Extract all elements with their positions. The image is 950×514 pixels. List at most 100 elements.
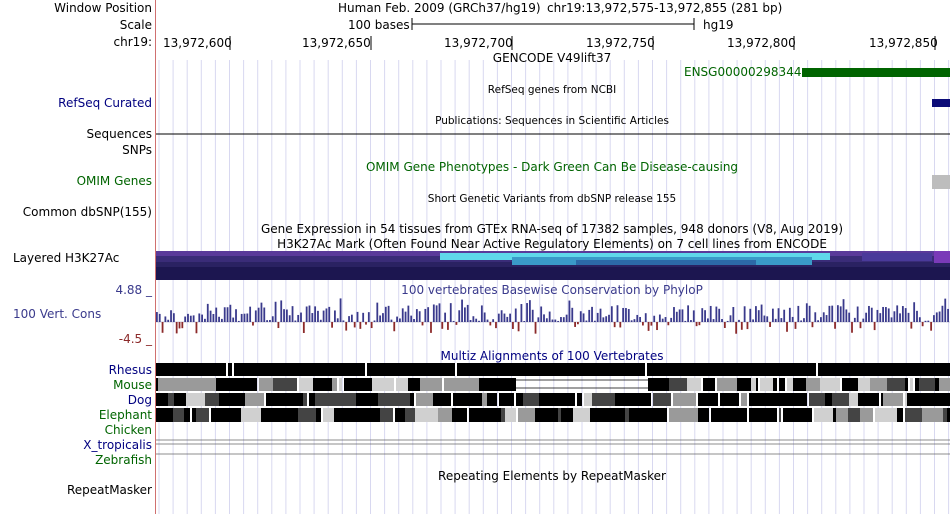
cons-bar (305, 306, 308, 322)
cons-bar (175, 322, 178, 334)
cons-bar (825, 315, 828, 322)
track-label-snps[interactable]: SNPs (122, 143, 152, 157)
gene-block (802, 68, 950, 77)
cons-bar (187, 313, 189, 322)
align-dog (795, 393, 807, 406)
cons-bar (317, 310, 319, 322)
cons-bar (514, 308, 517, 322)
align-elephant (271, 408, 283, 422)
align-gap (226, 363, 228, 376)
align-dog (482, 393, 487, 406)
align-mouse (259, 378, 273, 391)
cons-bar (608, 314, 610, 322)
cons-bar (382, 313, 384, 322)
cons-bar (664, 317, 667, 322)
cons-bar (500, 310, 503, 322)
align-elephant (196, 408, 209, 422)
cons-bar (619, 322, 622, 328)
align-elephant (505, 408, 516, 422)
track-label-sequences[interactable]: Sequences (87, 127, 152, 141)
cons-bar (613, 322, 616, 328)
cons-bar (240, 313, 243, 322)
species-label-elephant[interactable]: Elephant (99, 408, 152, 422)
gencode-track-title: GENCODE V49lift37 (492, 51, 612, 65)
align-elephant (156, 408, 166, 422)
gene-name-label[interactable]: ENSG00000298344 (684, 65, 801, 79)
align-mouse (820, 378, 840, 391)
cons-bar (876, 309, 879, 322)
cons-bar (670, 317, 673, 322)
species-label-dog[interactable]: Dog (128, 393, 152, 407)
align-elephant (380, 408, 393, 422)
species-label-zebrafish[interactable]: Zebrafish (95, 453, 152, 467)
species-label-mouse[interactable]: Mouse (113, 378, 152, 392)
cons-bar (947, 308, 949, 322)
align-mouse (156, 378, 158, 391)
species-label-rhesus[interactable]: Rhesus (109, 363, 152, 377)
cons-bar (842, 299, 845, 322)
align-elephant (625, 408, 629, 422)
align-mouse (299, 378, 313, 391)
track-image-panel[interactable]: Human Feb. 2009 (GRCh37/hg19) chr19:13,9… (156, 0, 950, 514)
track-label-dbsnp[interactable]: Common dbSNP(155) (23, 205, 152, 219)
align-mouse (919, 378, 935, 391)
cons-bar (353, 322, 356, 328)
cons-bar (271, 316, 274, 322)
track-label-omim[interactable]: OMIM Genes (77, 174, 152, 188)
cons-bar (560, 317, 562, 322)
align-elephant (860, 408, 873, 422)
species-label-chicken[interactable]: Chicken (105, 423, 152, 437)
cons-bar (274, 301, 277, 322)
align-dog (569, 393, 575, 406)
track-label-repeatmasker[interactable]: RepeatMasker (67, 483, 152, 497)
cons-bar (831, 305, 834, 322)
publications-track-title: Publications: Sequences in Scientific Ar… (435, 115, 669, 127)
cons-bar (489, 322, 492, 326)
cons-bar (667, 322, 670, 326)
cons-bar (924, 320, 927, 322)
align-dog (431, 393, 433, 406)
track-label-refseq[interactable]: RefSeq Curated (58, 96, 152, 110)
cons-bar (252, 322, 254, 326)
align-dog (156, 393, 168, 406)
align-mouse (332, 378, 337, 391)
cons-bar (941, 305, 944, 322)
cons-bar (692, 310, 695, 322)
cons-bar (839, 306, 842, 322)
align-dog (205, 393, 217, 406)
cons-bar (684, 320, 687, 322)
cons-bar (822, 312, 825, 322)
window-position-label: Window Position (54, 1, 152, 15)
track-label-h3k27ac[interactable]: Layered H3K27Ac (13, 251, 119, 265)
align-dog (875, 393, 879, 406)
align-elephant (783, 408, 802, 422)
cons-bar (695, 322, 698, 327)
cons-bar (593, 320, 596, 322)
cons-bar (868, 305, 870, 322)
align-elephant (761, 408, 769, 422)
cons-bar (591, 306, 593, 322)
cons-bar (579, 311, 582, 322)
cons-bar (283, 309, 285, 322)
cons-bar (209, 310, 212, 322)
ruler-tick-label: 13,972,700 (444, 36, 513, 50)
cons-bar (432, 304, 435, 322)
align-rhesus (156, 363, 950, 376)
cons-bar (458, 310, 461, 322)
align-elephant (836, 408, 848, 422)
cons-bar (650, 322, 653, 326)
align-mouse (870, 378, 887, 391)
align-elephant (711, 408, 734, 422)
species-label-xtropicalis[interactable]: X_tropicalis (83, 438, 152, 452)
cons-bar (534, 322, 537, 334)
align-mouse (787, 378, 793, 391)
align-dog (770, 393, 787, 406)
cons-bar (588, 309, 591, 322)
align-dog (832, 393, 849, 406)
cons-bar (639, 316, 641, 322)
track-graphics (156, 18, 950, 514)
track-label-cons[interactable]: 100 Vert. Cons (13, 307, 101, 321)
track-label-panel: Window Position Scale chr19: RefSeq Cura… (0, 0, 156, 514)
cons-bar (820, 317, 822, 322)
cons-bar (644, 313, 647, 322)
